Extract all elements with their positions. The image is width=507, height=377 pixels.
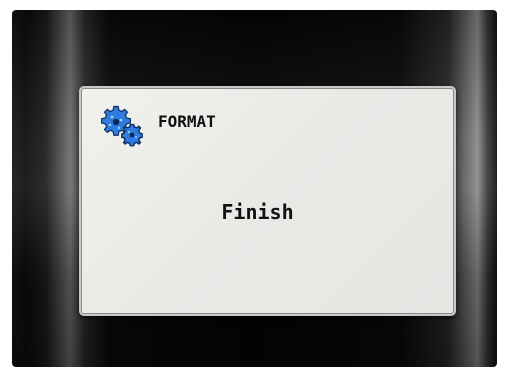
dialog-message: Finish: [221, 200, 294, 224]
format-dialog: FORMAT Finish: [79, 86, 456, 316]
dialog-title: FORMAT: [158, 111, 216, 131]
device-screen: FORMAT Finish: [12, 10, 497, 367]
gear-icon: [101, 105, 143, 147]
dialog-header: FORMAT: [99, 102, 216, 150]
